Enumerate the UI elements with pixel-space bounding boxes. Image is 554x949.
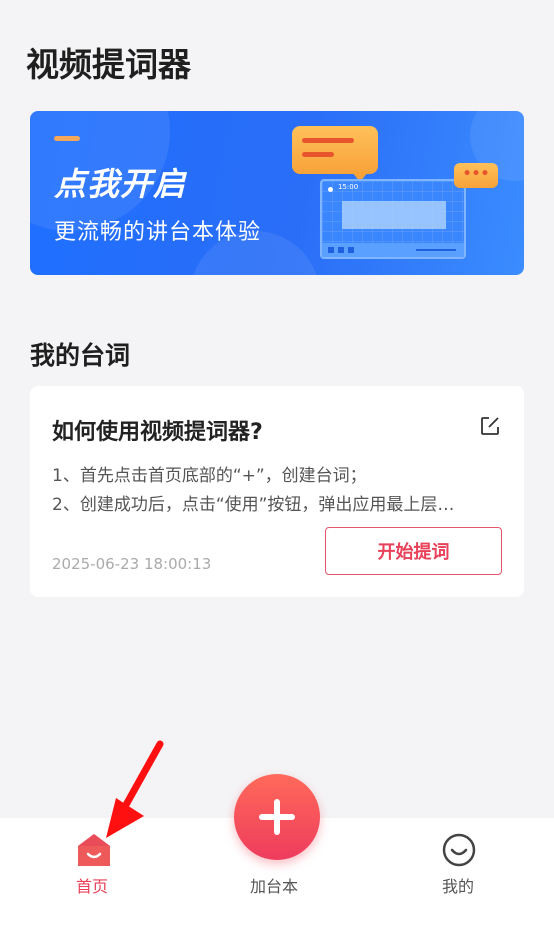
chat-bubble-icon (292, 126, 378, 182)
tab-home-label[interactable]: 首页 (76, 873, 108, 897)
edit-icon[interactable] (478, 414, 502, 438)
smile-icon[interactable] (441, 832, 477, 868)
banner-accent-dash (54, 136, 80, 141)
script-card[interactable]: 如何使用视频提词器? 1、首先点击首页底部的“+”，创建台词； 2、创建成功后，… (30, 386, 524, 597)
start-prompting-button[interactable]: 开始提词 (325, 527, 502, 575)
script-preview-line-1: 1、首先点击首页底部的“+”，创建台词； (52, 466, 367, 486)
script-preview-line-2: 2、创建成功后，点击“使用”按钮，弹出应用最上层… (52, 495, 455, 515)
script-title: 如何使用视频提词器? (52, 420, 263, 445)
promo-banner[interactable]: 点我开启 更流畅的讲台本体验 15:00 ••• (30, 111, 524, 275)
teleprompter-screen-illustration: 15:00 (320, 179, 466, 259)
banner-headline: 点我开启 (54, 165, 187, 203)
tab-add-label[interactable]: 加台本 (250, 873, 298, 897)
page-title: 视频提词器 (26, 45, 191, 84)
screen-time-label: 15:00 (338, 183, 359, 191)
red-arrow-icon (106, 740, 164, 838)
plus-icon (259, 799, 295, 835)
banner-subtitle: 更流畅的讲台本体验 (54, 220, 262, 245)
add-script-button[interactable] (234, 774, 320, 860)
chat-dots-icon: ••• (454, 163, 498, 188)
script-date: 2025-06-23 18:00:13 (52, 555, 212, 573)
tab-me-label[interactable]: 我的 (442, 873, 474, 897)
bubble-dots: ••• (462, 166, 490, 182)
section-title-my-scripts: 我的台词 (30, 341, 131, 370)
